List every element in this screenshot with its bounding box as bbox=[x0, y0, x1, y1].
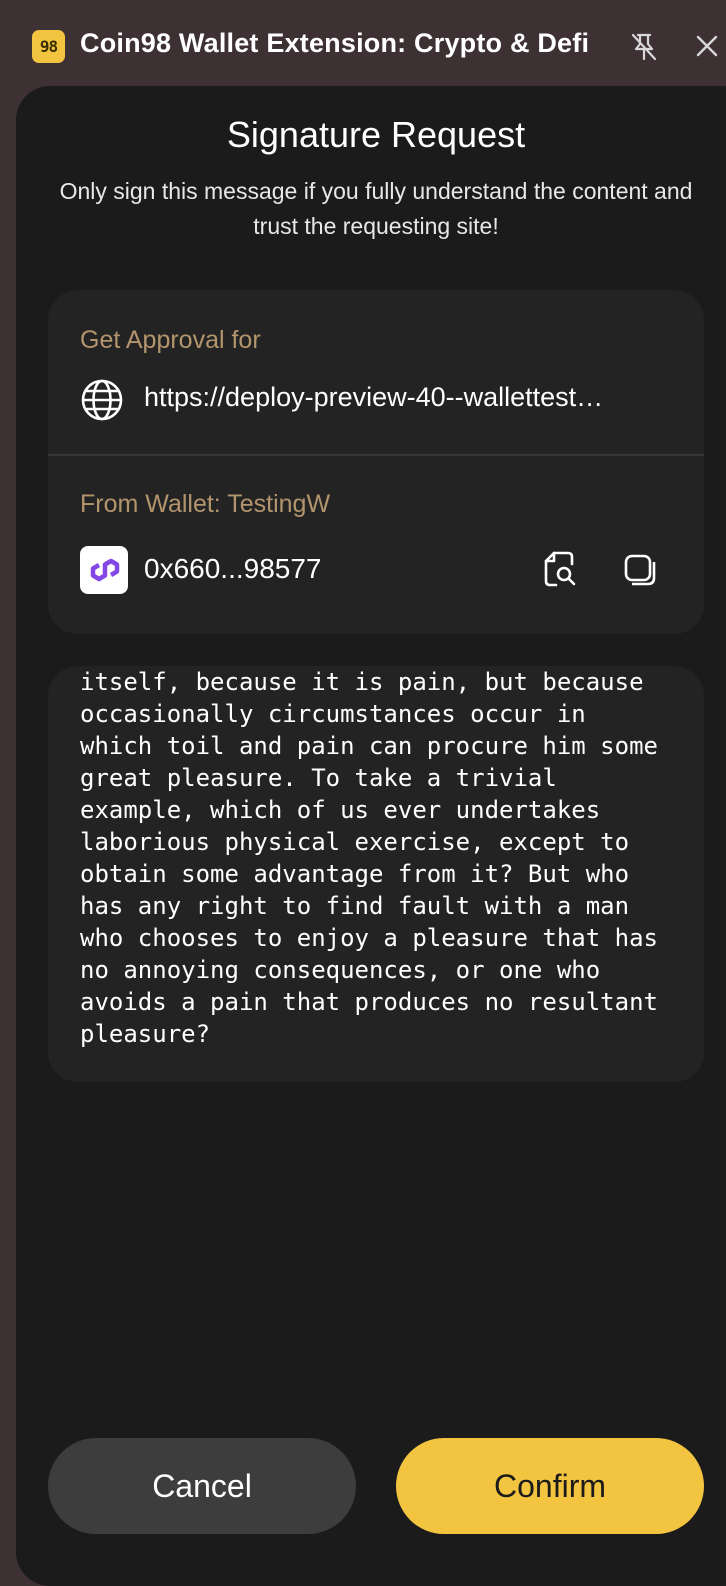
request-info-card: Get Approval for https://deploy-preview-… bbox=[48, 290, 704, 634]
globe-icon bbox=[80, 378, 124, 422]
polygon-logo-icon bbox=[80, 546, 128, 594]
page-title: Signature Request bbox=[226, 114, 526, 155]
window-title-bar: 98 Coin98 Wallet Extension: Crypto & Def… bbox=[0, 0, 726, 90]
message-box[interactable]: itself, because it is pain, but because … bbox=[48, 666, 704, 1082]
cancel-button[interactable]: Cancel bbox=[48, 1438, 356, 1534]
window-title: Coin98 Wallet Extension: Crypto & Defi bbox=[80, 28, 590, 58]
close-icon[interactable] bbox=[694, 33, 720, 59]
wallet-label: From Wallet: TestingW bbox=[80, 490, 331, 518]
requesting-site-url: https://deploy-preview-40--wallettest… bbox=[144, 382, 604, 412]
wallet-address: 0x660...98577 bbox=[144, 553, 322, 584]
message-content: itself, because it is pain, but because … bbox=[80, 668, 658, 1048]
search-document-icon[interactable] bbox=[542, 550, 578, 588]
coin98-logo-icon: 98 bbox=[32, 30, 65, 63]
confirm-button[interactable]: Confirm bbox=[396, 1438, 704, 1534]
copy-icon[interactable] bbox=[622, 552, 658, 588]
approval-label: Get Approval for bbox=[80, 326, 261, 354]
warning-subtitle: Only sign this message if you fully unde… bbox=[59, 178, 693, 239]
divider bbox=[48, 454, 704, 456]
unpin-icon[interactable] bbox=[630, 32, 658, 62]
